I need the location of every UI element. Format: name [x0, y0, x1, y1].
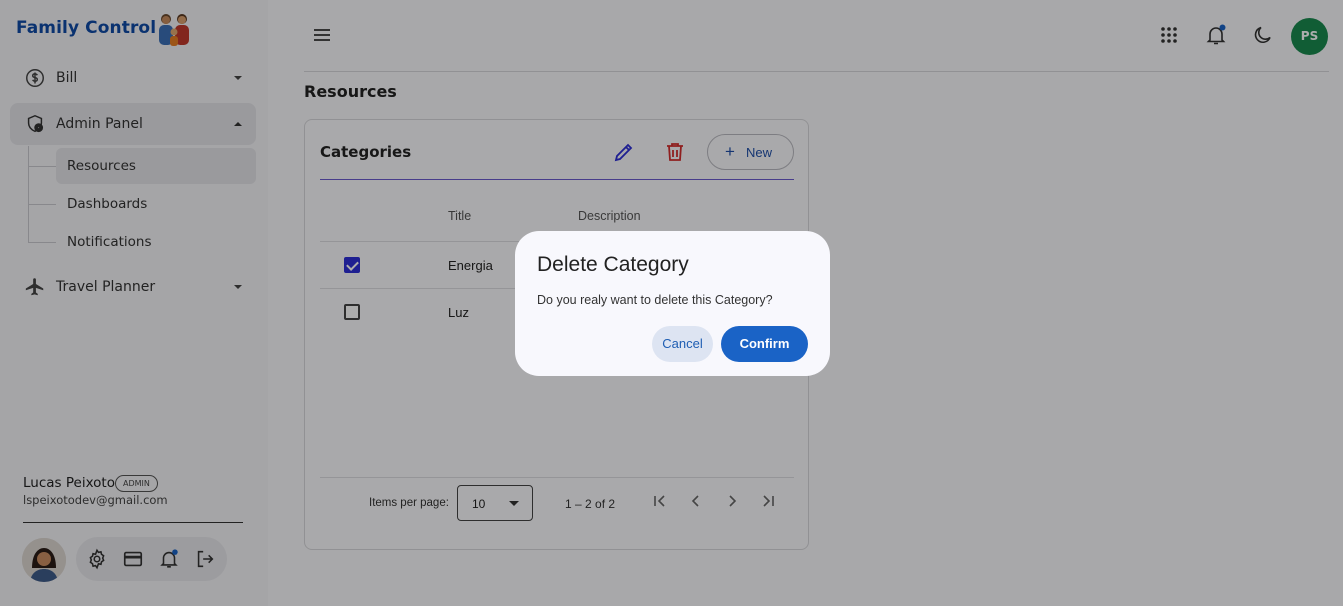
- confirm-button[interactable]: Confirm: [721, 326, 808, 362]
- dialog-message: Do you realy want to delete this Categor…: [537, 293, 773, 307]
- delete-category-dialog: Delete Category Do you realy want to del…: [515, 231, 830, 376]
- cancel-button[interactable]: Cancel: [652, 326, 713, 362]
- dialog-title: Delete Category: [537, 253, 689, 276]
